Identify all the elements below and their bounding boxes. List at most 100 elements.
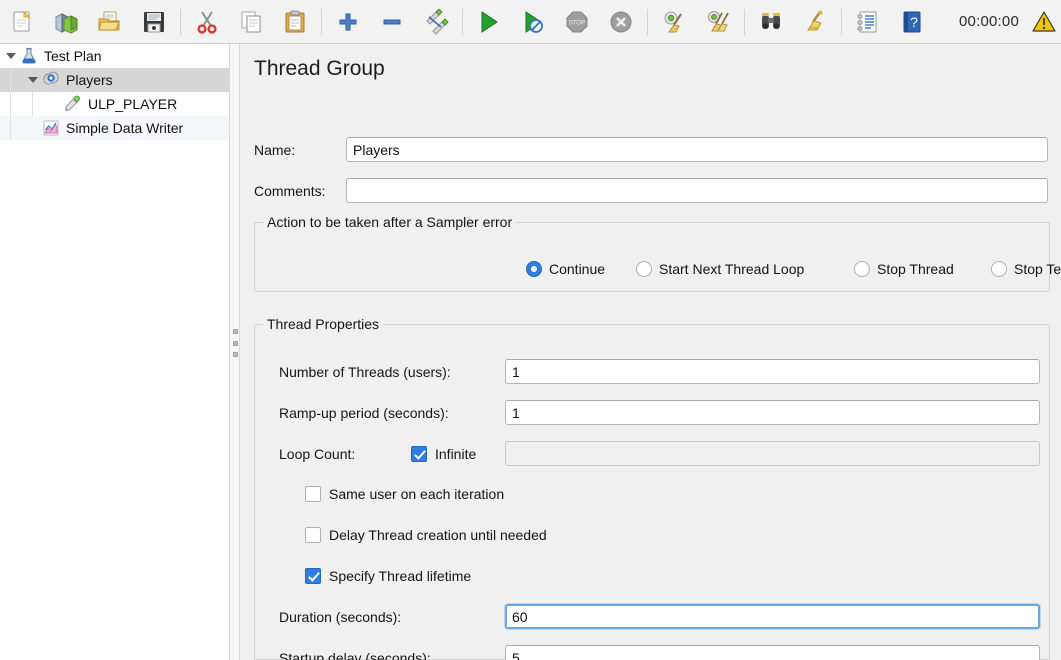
svg-text:STOP: STOP — [569, 20, 585, 26]
startup-delay-row: Startup delay (seconds): — [279, 645, 1040, 660]
radio-label-stop-thread: Stop Thread — [877, 261, 954, 277]
tree-indent-guide — [10, 68, 11, 92]
gear-broom-icon — [664, 11, 682, 32]
collapse-all-button[interactable] — [370, 3, 414, 41]
specify-lifetime-label: Specify Thread lifetime — [329, 568, 472, 584]
radio-stop-test[interactable]: Stop Test — [991, 261, 1061, 277]
tree-item-ulp-player[interactable]: ULP_PLAYER — [0, 92, 229, 116]
comments-label: Comments: — [254, 182, 326, 199]
tree-item-test-plan[interactable]: Test Plan — [0, 44, 229, 68]
name-row: Name: — [254, 137, 1048, 162]
paste-button[interactable] — [273, 3, 317, 41]
ramp-up-label: Ramp-up period (seconds): — [279, 404, 449, 421]
chevron-down-icon[interactable] — [26, 68, 40, 92]
tree-item-label: Simple Data Writer — [66, 119, 184, 136]
radio-dot-stop-thread — [854, 261, 870, 277]
new-button[interactable] — [0, 3, 44, 41]
cut-button[interactable] — [185, 3, 229, 41]
delay-thread-label: Delay Thread creation until needed — [329, 527, 547, 543]
tree-item-label: ULP_PLAYER — [88, 95, 178, 112]
same-user-box — [305, 486, 321, 502]
radio-label-continue: Continue — [549, 261, 606, 277]
duration-row: Duration (seconds): — [279, 604, 1040, 629]
open-button[interactable] — [88, 3, 132, 41]
open-folder-icon — [98, 11, 120, 30]
page-title: Thread Group — [254, 57, 385, 80]
shutdown-button[interactable] — [599, 3, 643, 41]
ramp-up-input[interactable] — [505, 400, 1040, 425]
comments-row: Comments: — [254, 178, 1048, 203]
radio-dot-continue — [526, 261, 542, 277]
split-divider[interactable] — [229, 44, 240, 660]
start-no-pauses-button[interactable] — [511, 3, 555, 41]
test-plan-flask-icon — [18, 45, 40, 67]
search-button[interactable] — [749, 3, 793, 41]
warning-triangle-icon — [1032, 10, 1056, 32]
ramp-up-row: Ramp-up period (seconds): — [279, 400, 1040, 425]
tree-item-label: Players — [66, 71, 113, 88]
plus-icon — [339, 13, 357, 30]
radio-label-stop-test: Stop Test — [1014, 261, 1061, 277]
loop-count-row: Loop Count: Infinite — [279, 441, 1040, 466]
delay-thread-checkbox[interactable]: Delay Thread creation until needed — [305, 527, 547, 543]
clear-all-button[interactable] — [696, 3, 740, 41]
same-user-checkbox[interactable]: Same user on each iteration — [305, 486, 504, 502]
duration-label: Duration (seconds): — [279, 608, 402, 625]
name-label: Name: — [254, 141, 296, 158]
svg-text:?: ? — [910, 14, 918, 30]
tree-item-simple-data-writer[interactable]: Simple Data Writer — [0, 116, 229, 140]
toggle-button[interactable] — [414, 3, 458, 41]
reset-search-button[interactable] — [793, 3, 837, 41]
play-no-pauses-icon — [525, 10, 543, 33]
startup-delay-label: Startup delay (seconds): — [279, 649, 431, 660]
elapsed-timer: 00:00:00 — [959, 13, 1019, 30]
copy-button[interactable] — [229, 3, 273, 41]
same-user-label: Same user on each iteration — [329, 486, 505, 502]
radio-start-next-thread-loop[interactable]: Start Next Thread Loop — [636, 261, 804, 277]
chevron-down-icon[interactable] — [4, 44, 18, 68]
name-input[interactable] — [346, 137, 1048, 162]
toggle-pins-icon — [426, 8, 449, 35]
templates-button[interactable] — [44, 3, 88, 41]
tree-indent-guide — [32, 92, 33, 116]
split-grip-icon[interactable] — [232, 329, 239, 357]
specify-lifetime-checkbox[interactable]: Specify Thread lifetime — [305, 568, 471, 584]
listener-chart-icon — [40, 117, 62, 139]
main-split-pane: Test Plan Players ULP_PLAYER Simple Data Wr… — [0, 44, 1061, 660]
radio-continue[interactable]: Continue — [526, 261, 605, 277]
tree-item-players[interactable]: Players — [0, 68, 229, 92]
loop-infinite-checkbox[interactable]: Infinite — [411, 445, 505, 462]
toolbar-separator — [744, 8, 745, 35]
comments-input[interactable] — [346, 178, 1048, 203]
num-threads-input[interactable] — [505, 359, 1040, 384]
broom-yellow-icon — [807, 9, 823, 30]
warning-indicator[interactable] — [1031, 9, 1061, 35]
expand-all-button[interactable] — [326, 3, 370, 41]
clear-button[interactable] — [652, 3, 696, 41]
test-plan-tree[interactable]: Test Plan Players ULP_PLAYER Simple Data Wr… — [0, 44, 229, 660]
radio-label-start-next-thread-loop: Start Next Thread Loop — [659, 261, 805, 277]
function-helper-button[interactable] — [846, 3, 890, 41]
specify-lifetime-box — [305, 568, 321, 584]
save-button[interactable] — [132, 3, 176, 41]
duration-input[interactable] — [505, 604, 1040, 629]
radio-dot-start-next-thread-loop — [636, 261, 652, 277]
toolbar-separator — [841, 8, 842, 35]
sampler-error-legend: Action to be taken after a Sampler error — [263, 214, 517, 230]
radio-stop-thread[interactable]: Stop Thread — [854, 261, 954, 277]
startup-delay-input[interactable] — [505, 645, 1040, 660]
notepad-list-icon — [857, 11, 877, 32]
toolbar-separator — [647, 8, 648, 35]
scissors-icon — [197, 10, 217, 34]
gear-brooms-icon — [708, 10, 729, 31]
thread-properties-legend: Thread Properties — [263, 316, 384, 332]
help-button[interactable]: ? — [890, 3, 934, 41]
toolbar-separator — [180, 8, 181, 35]
stop-button[interactable]: STOP — [555, 3, 599, 41]
new-document-icon — [13, 10, 31, 31]
stop-sign-icon: STOP — [566, 11, 588, 32]
templates-icon — [55, 12, 78, 34]
start-button[interactable] — [467, 3, 511, 41]
copy-pages-icon — [241, 11, 261, 32]
toolbar-separator — [321, 8, 322, 35]
